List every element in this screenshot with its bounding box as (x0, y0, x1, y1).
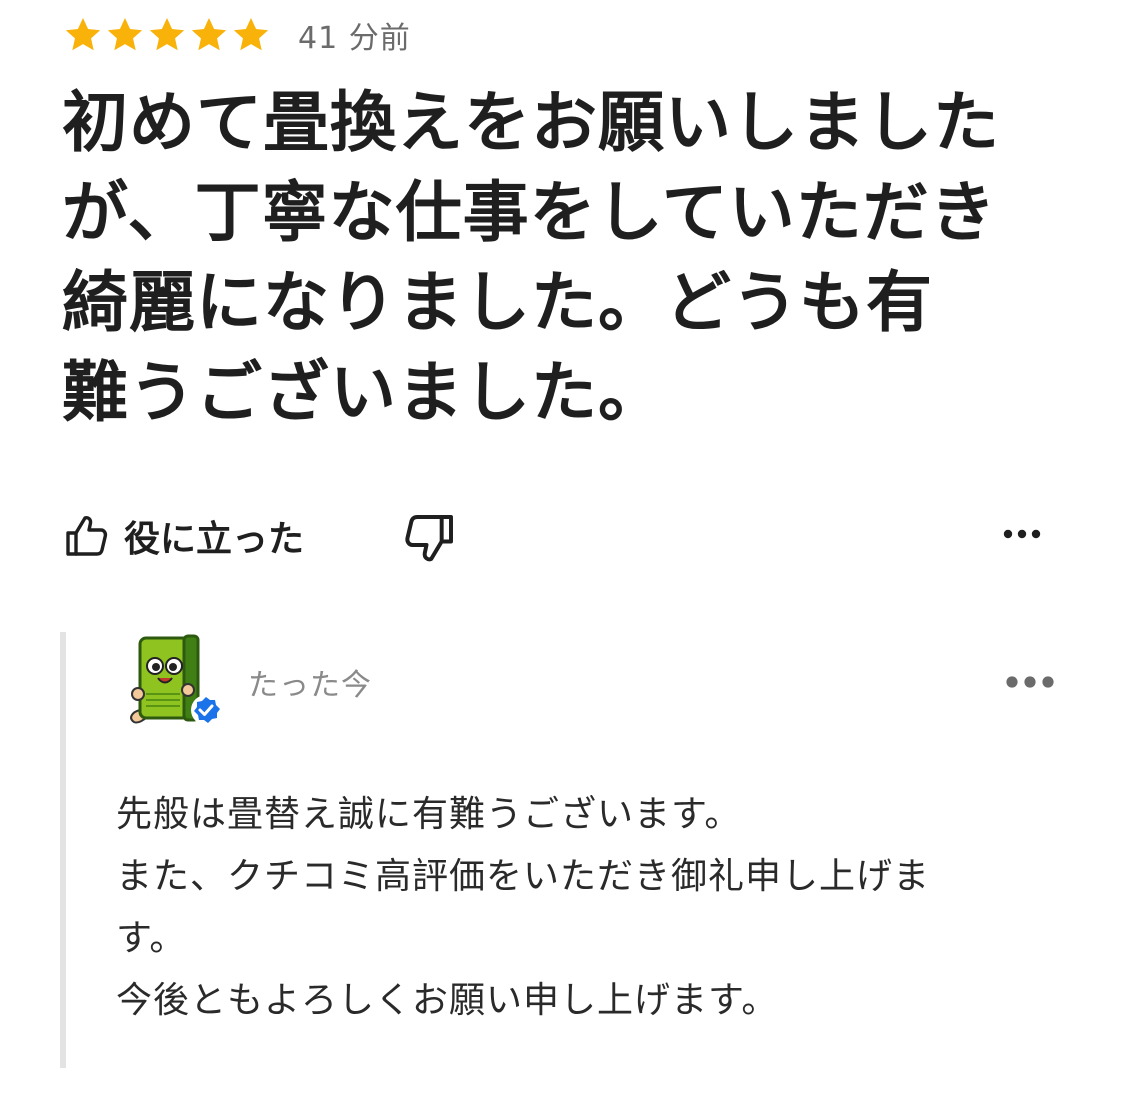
helpful-button[interactable]: 役に立った (62, 506, 304, 566)
review-actions: 役に立った (62, 506, 1062, 566)
star-rating (62, 14, 272, 56)
helpful-label: 役に立った (124, 519, 305, 560)
not-helpful-button[interactable] (402, 510, 458, 566)
star-icon (104, 14, 146, 56)
star-icon (188, 14, 230, 56)
owner-avatar[interactable] (122, 632, 226, 728)
reply-more-button[interactable] (1004, 672, 1056, 692)
owner-reply: たった今 先般は畳替え誠に有難うございます。 また、クチコミ高評価をいただき御礼… (60, 632, 1070, 1068)
star-icon (230, 14, 272, 56)
more-horizontal-icon (1003, 529, 1041, 539)
review-more-button[interactable] (1002, 522, 1042, 546)
more-horizontal-icon (1006, 676, 1054, 688)
tatami-mascot-avatar (130, 634, 221, 725)
reply-indent-bar (60, 632, 66, 1068)
review-text: 初めて畳換えをお願いしました が、丁寧な仕事をしていただき 綺麗になりました。ど… (62, 84, 1000, 431)
verified-badge-icon (191, 695, 221, 725)
reply-text: 先般は畳替え誠に有難うございます。 また、クチコミ高評価をいただき御礼申し上げま… (116, 794, 931, 1021)
star-icon (62, 14, 104, 56)
thumbs-down-icon (405, 515, 453, 562)
star-icon (146, 14, 188, 56)
reply-time: たった今 (248, 668, 372, 703)
thumbs-up-icon (66, 516, 108, 556)
review-time: 41 分前 (298, 21, 411, 56)
review-meta: 41 分前 (62, 14, 411, 56)
